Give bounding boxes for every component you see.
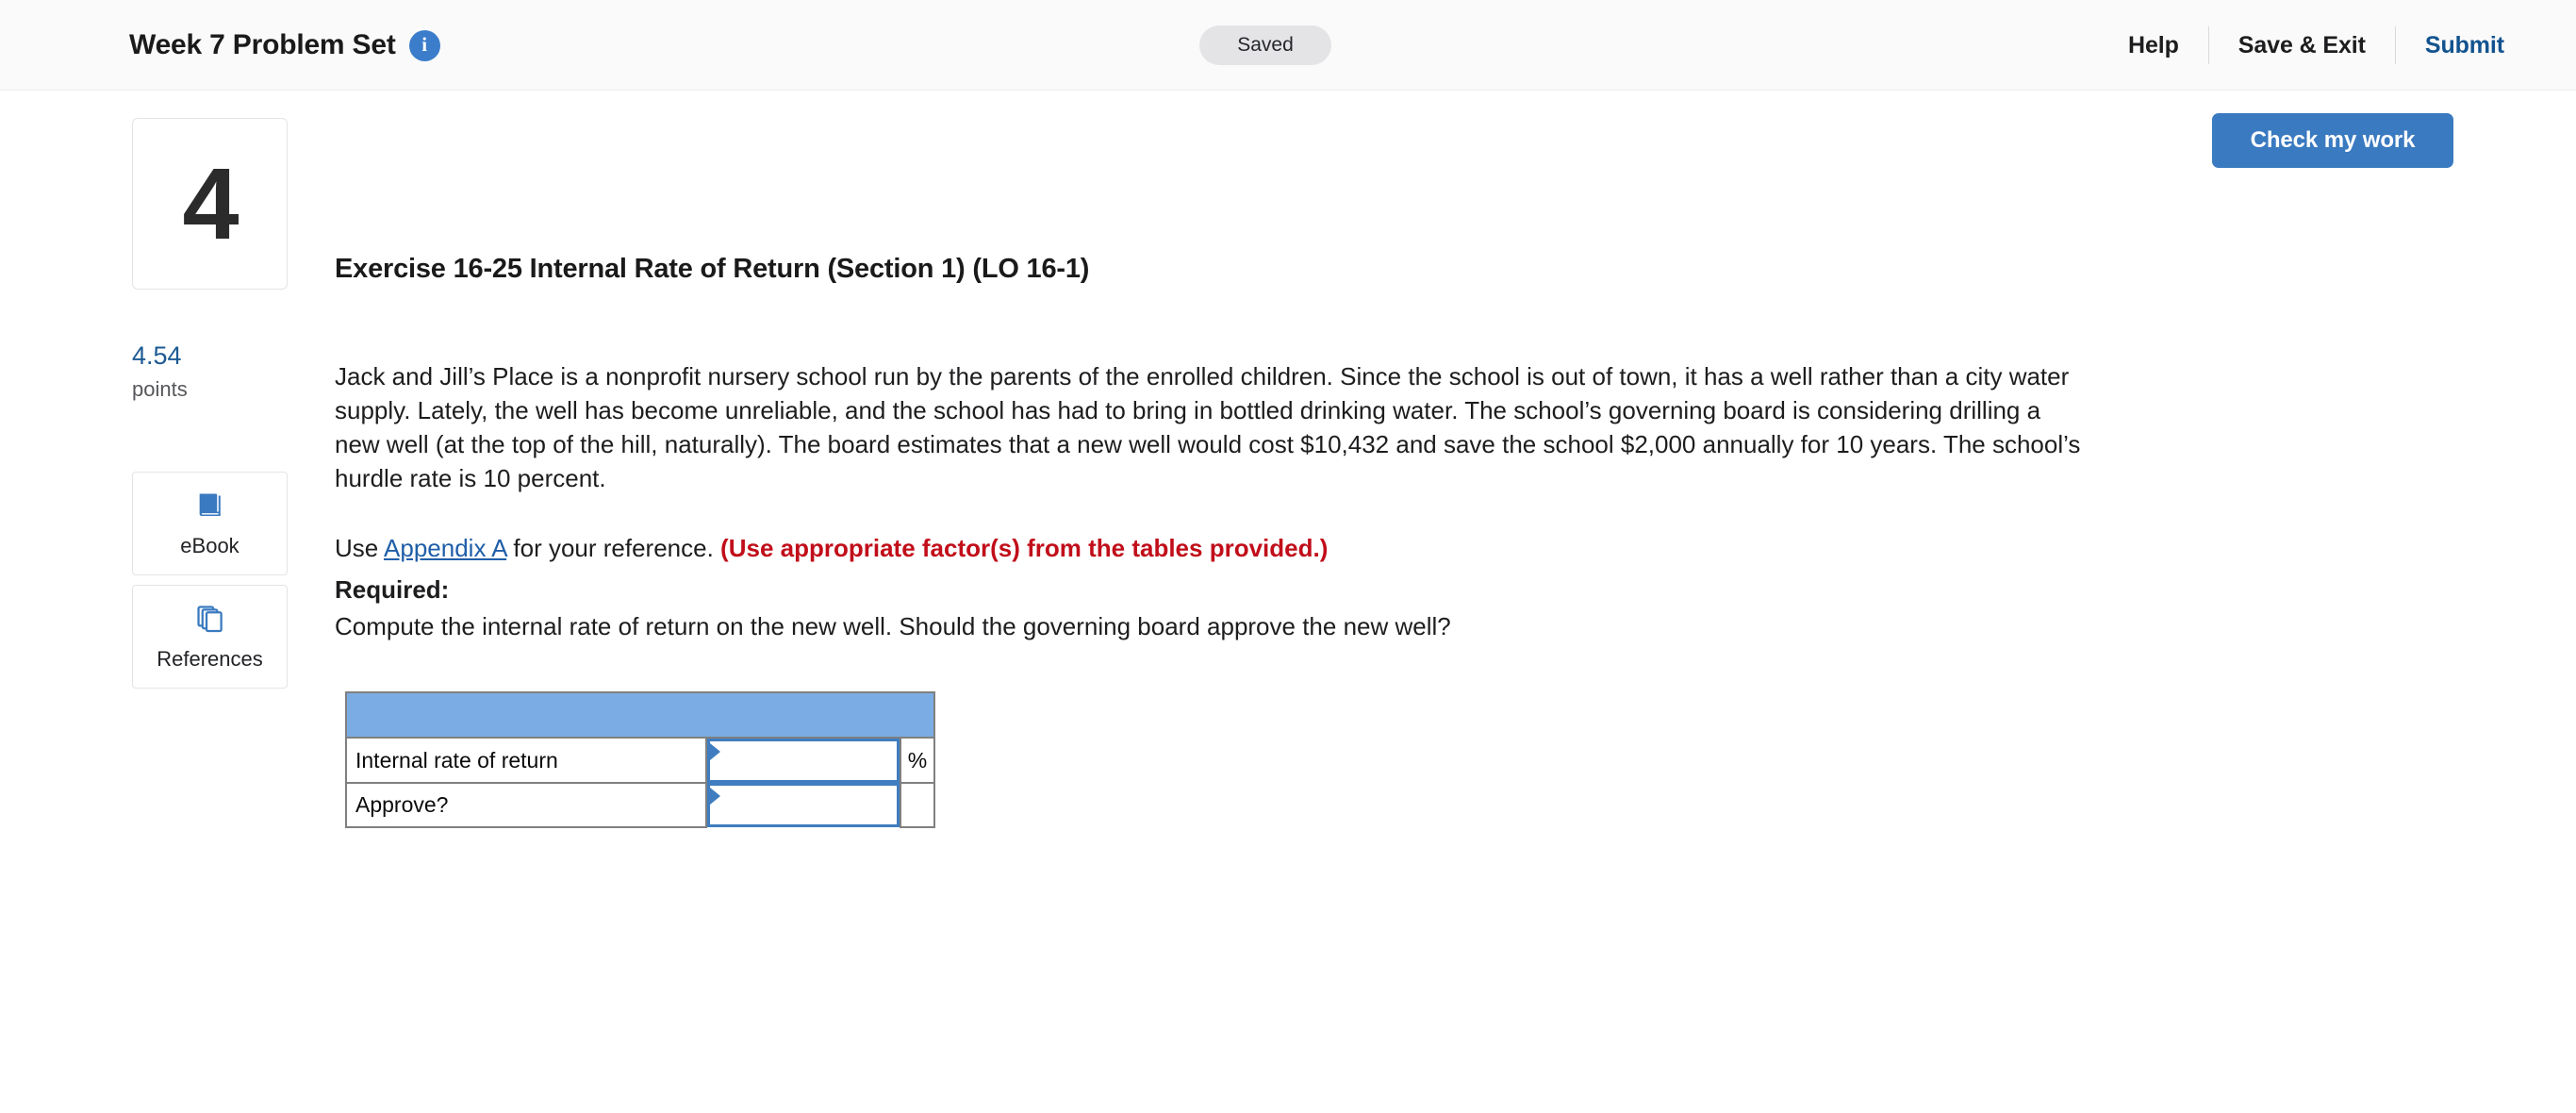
answer-table: Internal rate of return % Approve? xyxy=(345,691,935,828)
unit-label: % xyxy=(900,737,935,784)
approve-input[interactable] xyxy=(707,783,900,827)
factor-note: (Use appropriate factor(s) from the tabl… xyxy=(720,534,1329,562)
appendix-a-link[interactable]: Appendix A xyxy=(384,534,506,562)
points-label: points xyxy=(132,377,188,401)
info-icon[interactable]: i xyxy=(408,29,440,61)
answer-input-cell[interactable] xyxy=(706,783,900,827)
answer-input-cell[interactable] xyxy=(706,738,900,783)
ebook-label: eBook xyxy=(180,533,239,557)
row-label: Approve? xyxy=(345,782,707,828)
references-button[interactable]: References xyxy=(132,585,288,689)
table-header-band xyxy=(345,691,935,739)
question-number-box: 4 xyxy=(132,118,288,290)
top-header-bar: Week 7 Problem Set i Saved Help Save & E… xyxy=(0,0,2576,91)
submit-link[interactable]: Submit xyxy=(2396,32,2504,59)
appendix-suffix: for your reference. xyxy=(506,534,721,562)
question-number: 4 xyxy=(182,146,239,260)
check-my-work-button[interactable]: Check my work xyxy=(2212,113,2453,168)
internal-rate-of-return-input[interactable] xyxy=(707,739,900,783)
page-title: Week 7 Problem Set xyxy=(129,29,396,60)
table-row: Internal rate of return % xyxy=(345,737,935,784)
exercise-title: Exercise 16-25 Internal Rate of Return (… xyxy=(335,254,1090,285)
required-label: Required: xyxy=(335,575,450,604)
ebook-button[interactable]: eBook xyxy=(132,472,288,575)
table-row: Approve? xyxy=(345,782,935,828)
exercise-body-text: Jack and Jill’s Place is a nonprofit nur… xyxy=(335,362,2081,492)
row-label: Internal rate of return xyxy=(345,737,707,784)
points-value: 4.54 xyxy=(132,341,182,370)
help-link[interactable]: Help xyxy=(2099,32,2208,59)
header-actions: Help Save & Exit Submit xyxy=(2099,0,2504,91)
assignment-title-group: Week 7 Problem Set i xyxy=(129,0,440,91)
unit-label xyxy=(900,782,935,828)
save-and-exit-link[interactable]: Save & Exit xyxy=(2209,32,2395,59)
appendix-prefix: Use xyxy=(335,534,385,562)
pages-stack-icon xyxy=(194,603,226,640)
required-question: Compute the internal rate of return on t… xyxy=(335,612,1451,640)
references-label: References xyxy=(157,646,263,671)
status-badge: Saved xyxy=(1199,25,1331,65)
table-header-row xyxy=(345,691,935,739)
appendix-reference-line: Use Appendix A for your reference. (Use … xyxy=(335,531,1328,565)
book-icon xyxy=(194,490,226,526)
